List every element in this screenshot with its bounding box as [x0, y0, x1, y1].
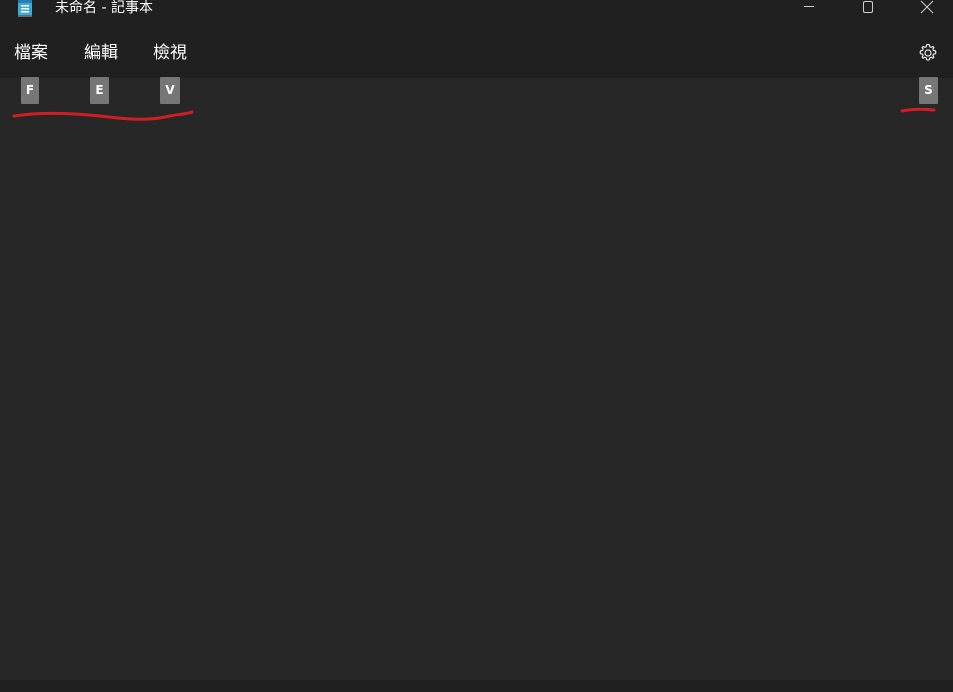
close-button[interactable]	[904, 0, 950, 18]
keytip-settings: S	[919, 77, 938, 104]
minimize-button[interactable]	[786, 0, 832, 18]
keytip-edit: E	[90, 77, 109, 104]
window-title: 未命名 - 記事本	[55, 0, 153, 16]
menu-bar: 檔案 編輯 檢視	[0, 24, 953, 78]
menu-file[interactable]: 檔案	[14, 42, 48, 64]
gear-icon	[916, 43, 940, 69]
close-icon	[920, 0, 934, 14]
keytip-file: F	[21, 77, 39, 104]
status-bar	[0, 680, 953, 692]
maximize-button[interactable]	[845, 0, 891, 18]
title-bar[interactable]: 未命名 - 記事本	[0, 0, 953, 24]
menu-view[interactable]: 檢視	[153, 42, 187, 64]
maximize-icon	[862, 0, 874, 14]
menu-edit[interactable]: 編輯	[84, 42, 118, 64]
text-editor[interactable]	[0, 78, 953, 680]
notepad-icon	[17, 0, 33, 18]
minimize-icon	[803, 0, 815, 12]
settings-button[interactable]	[916, 41, 940, 65]
notepad-window: 未命名 - 記事本 檔案 編輯 檢視 F E V S	[0, 0, 953, 692]
keytip-view: V	[160, 77, 180, 104]
